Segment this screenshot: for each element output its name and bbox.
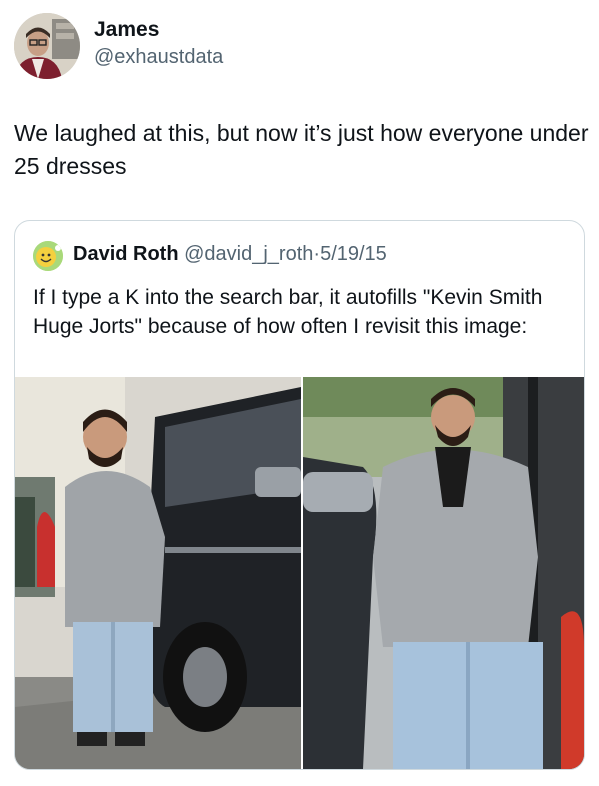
quoted-avatar[interactable] [33,241,63,271]
author-handle[interactable]: @exhaustdata [94,46,223,69]
quoted-handle[interactable]: @david_j_roth [184,243,313,265]
tweet-text: We laughed at this, but now it’s just ho… [14,120,589,179]
man-in-jorts-at-gas-pump-photo[interactable] [303,377,584,769]
man-in-jorts-beside-suv-photo[interactable] [15,377,301,769]
quoted-header: David Roth @david_j_roth·5/19/15 [73,243,387,266]
smiley-avatar-icon [33,241,63,271]
user-avatar-icon [14,13,80,79]
quoted-media[interactable] [15,377,584,769]
quoted-date[interactable]: 5/19/15 [320,243,387,265]
author-name[interactable]: James [94,18,159,42]
quoted-text: If I type a K into the search bar, it au… [33,286,543,338]
author-avatar[interactable] [14,13,80,79]
quoted-name[interactable]: David Roth [73,243,179,265]
quoted-tweet[interactable]: David Roth @david_j_roth·5/19/15 If I ty… [14,220,585,770]
